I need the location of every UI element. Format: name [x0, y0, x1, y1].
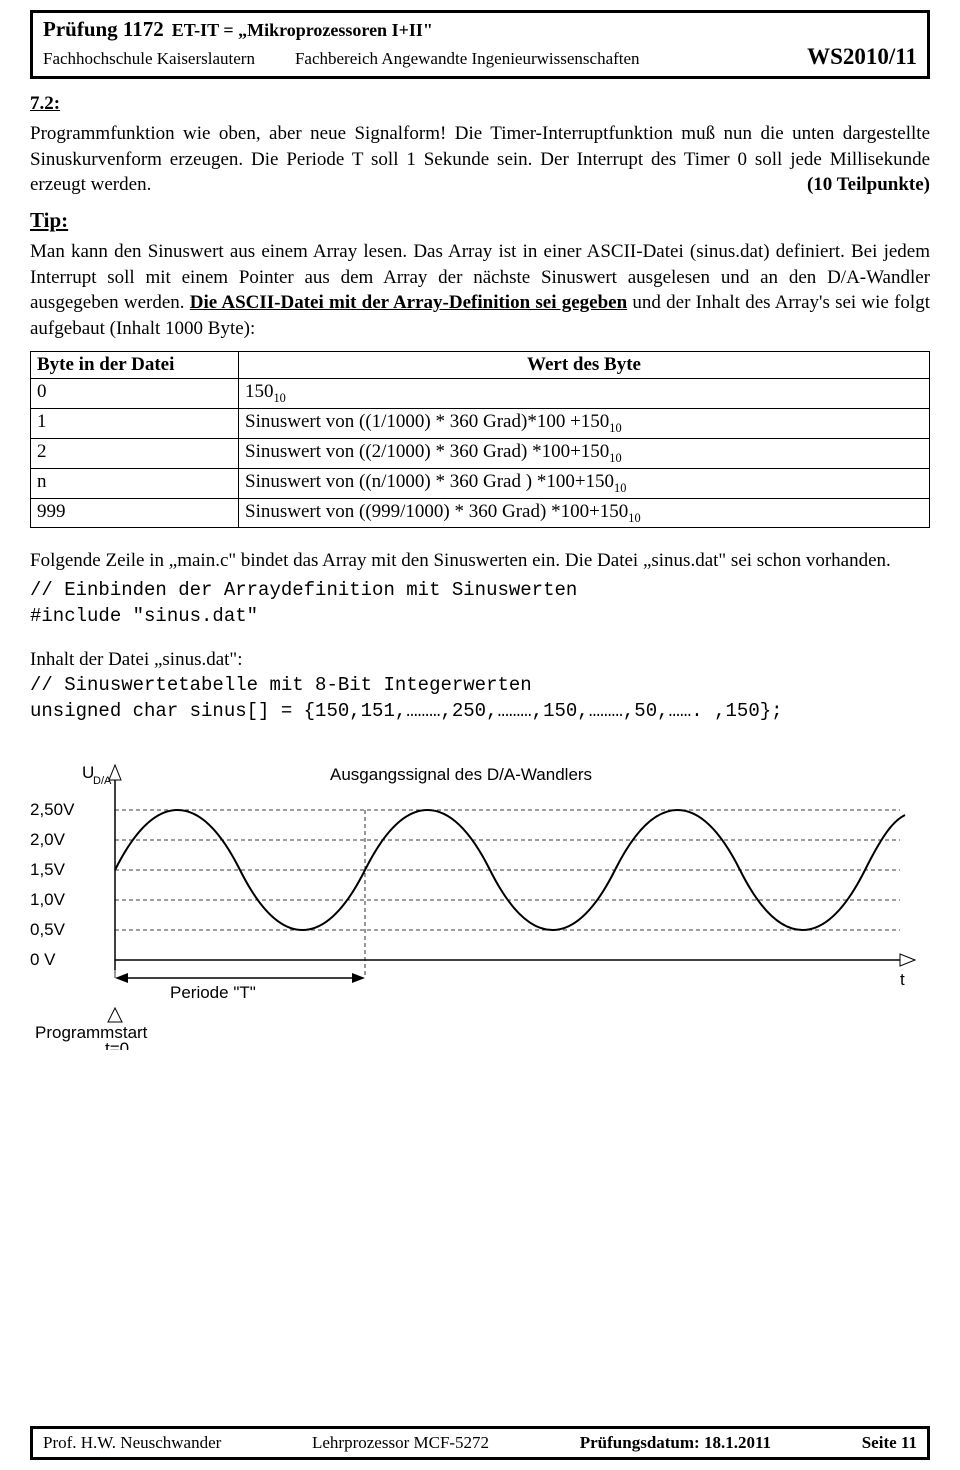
table-row: 2 Sinuswert von ((2/1000) * 360 Grad) *1… — [31, 439, 930, 469]
code-block-1-line-2: #include "sinus.dat" — [30, 604, 930, 630]
exam-number: Prüfung 1172 — [43, 17, 164, 42]
semester: WS2010/11 — [807, 44, 917, 70]
tip-heading: Tip: — [30, 208, 930, 233]
sine-chart: U D/A 2,50V 2,0V 1,5V 1,0V 0,5V 0 V t — [20, 760, 930, 1050]
inhalt-label: Inhalt der Datei „sinus.dat": — [30, 647, 930, 673]
paragraph-1-text: Programmfunktion wie oben, aber neue Sig… — [30, 123, 930, 195]
svg-text:2,0V: 2,0V — [30, 830, 66, 849]
sine-chart-svg: U D/A 2,50V 2,0V 1,5V 1,0V 0,5V 0 V t — [20, 760, 930, 1050]
footer-page: Seite 11 — [862, 1433, 917, 1453]
svg-text:t=0: t=0 — [105, 1039, 129, 1050]
svg-text:Periode "T": Periode "T" — [170, 983, 256, 1002]
paragraph-1: Programmfunktion wie oben, aber neue Sig… — [30, 121, 930, 198]
svg-text:0 V: 0 V — [30, 950, 56, 969]
code-block-1-line-1: // Einbinden der Arraydefinition mit Sin… — [30, 578, 930, 604]
school-name: Fachhochschule Kaiserslautern — [43, 49, 255, 68]
course-code: ET-IT = „Mikroprozessoren I+II" — [172, 20, 433, 41]
table-row: n Sinuswert von ((n/1000) * 360 Grad ) *… — [31, 468, 930, 498]
table-row: 0 15010 — [31, 379, 930, 409]
table-header-1: Byte in der Datei — [31, 352, 239, 379]
svg-text:1,5V: 1,5V — [30, 860, 66, 879]
svg-text:2,50V: 2,50V — [30, 800, 75, 819]
svg-text:D/A: D/A — [93, 775, 112, 787]
points-label: (10 Teilpunkte) — [807, 172, 930, 198]
svg-text:Programmstart: Programmstart — [35, 1023, 148, 1042]
footer-processor: Lehrprozessor MCF-5272 — [312, 1433, 489, 1453]
section-number: 7.2: — [30, 93, 930, 115]
tip-paragraph: Man kann den Sinuswert aus einem Array l… — [30, 239, 930, 342]
paragraph-2: Folgende Zeile in „main.c" bindet das Ar… — [30, 548, 930, 574]
byte-table: Byte in der Datei Wert des Byte 0 15010 … — [30, 351, 930, 528]
table-row: 999 Sinuswert von ((999/1000) * 360 Grad… — [31, 498, 930, 528]
table-row: 1 Sinuswert von ((1/1000) * 360 Grad)*10… — [31, 409, 930, 439]
table-header-2: Wert des Byte — [239, 352, 930, 379]
header-box: Prüfung 1172 ET-IT = „Mikroprozessoren I… — [30, 10, 930, 79]
tip-text-underlined: Die ASCII-Datei mit der Array-Definition… — [190, 292, 627, 313]
footer-professor: Prof. H.W. Neuschwander — [43, 1433, 221, 1453]
svg-text:Ausgangssignal des D/A-Wandler: Ausgangssignal des D/A-Wandlers — [330, 765, 592, 784]
code-block-2-line-1: // Sinuswertetabelle mit 8-Bit Integerwe… — [30, 673, 930, 699]
footer-box: Prof. H.W. Neuschwander Lehrprozessor MC… — [30, 1426, 930, 1460]
department: Fachbereich Angewandte Ingenieurwissensc… — [295, 49, 640, 68]
svg-text:1,0V: 1,0V — [30, 890, 66, 909]
svg-text:t: t — [900, 970, 905, 989]
svg-text:0,5V: 0,5V — [30, 920, 66, 939]
footer-date: Prüfungsdatum: 18.1.2011 — [580, 1433, 771, 1453]
code-block-2-line-2: unsigned char sinus[] = {150,151,………,250… — [30, 699, 930, 725]
